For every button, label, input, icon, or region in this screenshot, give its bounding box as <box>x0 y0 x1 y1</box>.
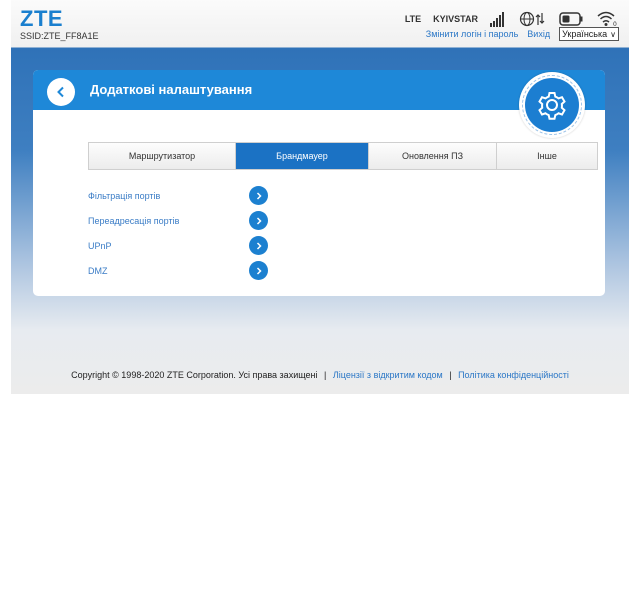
wifi-icon: 0 <box>597 11 619 27</box>
network-type: LTE <box>404 14 422 24</box>
chevron-right-icon[interactable] <box>249 211 268 230</box>
privacy-link[interactable]: Політика конфіденційності <box>458 370 569 380</box>
change-login-link[interactable]: Змінити логін і пароль <box>426 29 519 39</box>
settings-badge <box>519 72 585 138</box>
menu-item-label[interactable]: Фільтрація портів <box>88 191 160 201</box>
chevron-down-icon: ∨ <box>610 29 616 39</box>
zte-logo: ZTE <box>20 6 64 31</box>
copyright-text: Copyright © 1998-2020 ZTE Corporation. У… <box>71 370 318 380</box>
menu-item-label[interactable]: UPnP <box>88 241 112 251</box>
menu-item-label[interactable]: Переадресація портів <box>88 216 179 226</box>
menu-item-dmz[interactable]: DMZ <box>88 258 268 283</box>
page: ZTE SSID:ZTE_FF8A1E LTE KYIVSTAR 0 Зміни… <box>11 0 629 394</box>
tab-other[interactable]: Інше <box>497 143 597 169</box>
footer-separator: | <box>324 370 327 380</box>
battery-icon <box>559 12 583 26</box>
page-title: Додаткові налаштування <box>90 82 253 97</box>
chevron-right-icon[interactable] <box>249 186 268 205</box>
signal-bars-icon <box>490 11 505 27</box>
language-selected: Українська <box>562 29 608 39</box>
tab-firewall[interactable]: Брандмауер <box>236 143 369 169</box>
menu-item-upnp[interactable]: UPnP <box>88 233 268 258</box>
menu-item-port-forwarding[interactable]: Переадресація портів <box>88 208 268 233</box>
chevron-right-icon[interactable] <box>249 236 268 255</box>
tab-bar: Маршрутизатор Брандмауер Оновлення ПЗ Ін… <box>88 142 598 170</box>
logout-link[interactable]: Вихід <box>527 29 550 39</box>
open-source-link[interactable]: Ліцензії з відкритим кодом <box>333 370 443 380</box>
ssid-label: SSID:ZTE_FF8A1E <box>20 31 99 41</box>
gear-icon <box>538 92 566 120</box>
settings-card: Додаткові налаштування Маршрутизатор Бра… <box>33 70 605 296</box>
menu-item-port-filtering[interactable]: Фільтрація портів <box>88 183 268 208</box>
operator-name: KYIVSTAR <box>433 14 478 24</box>
chevron-left-icon <box>57 86 64 98</box>
tab-software-update[interactable]: Оновлення ПЗ <box>369 143 497 169</box>
header: ZTE SSID:ZTE_FF8A1E LTE KYIVSTAR 0 Зміни… <box>11 0 629 47</box>
back-button[interactable] <box>47 78 75 106</box>
footer: Copyright © 1998-2020 ZTE Corporation. У… <box>11 370 629 380</box>
chevron-right-icon[interactable] <box>249 261 268 280</box>
menu-item-label[interactable]: DMZ <box>88 266 108 276</box>
globe-data-icon <box>519 11 545 27</box>
firewall-menu: Фільтрація портів Переадресація портів U… <box>88 183 268 283</box>
tab-router[interactable]: Маршрутизатор <box>89 143 236 169</box>
header-links: Змінити логін і пароль Вихід Українська … <box>426 27 619 41</box>
footer-separator: | <box>449 370 452 380</box>
language-select[interactable]: Українська ∨ <box>559 27 619 41</box>
status-bar: LTE KYIVSTAR 0 <box>405 10 619 28</box>
